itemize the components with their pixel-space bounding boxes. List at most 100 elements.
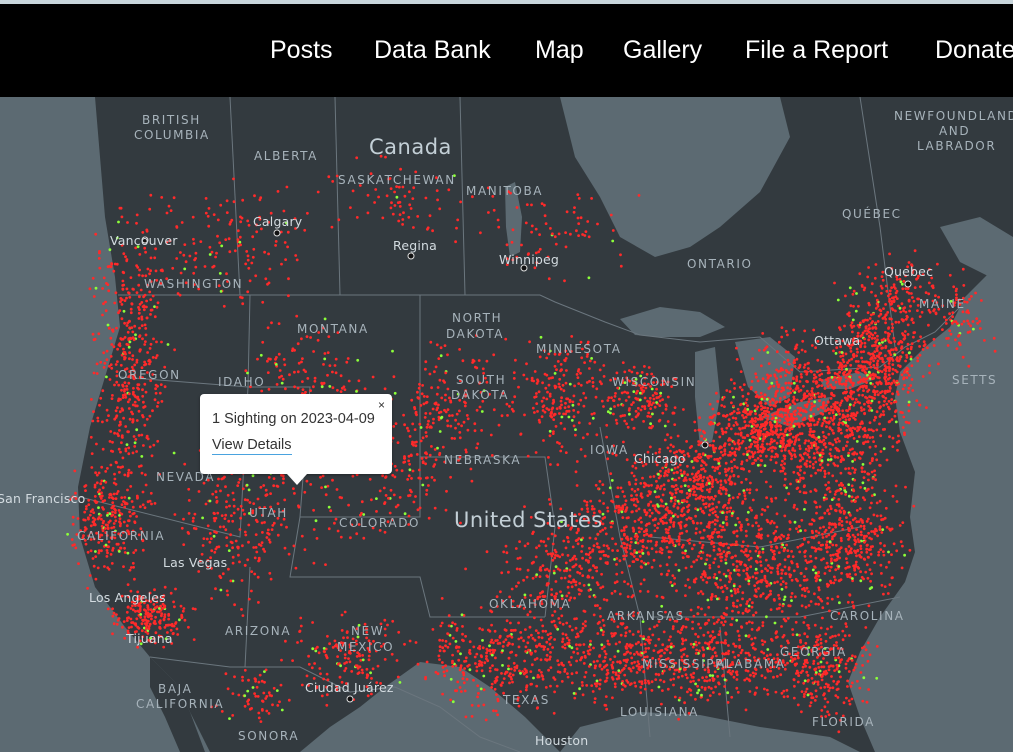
sighting-dot[interactable]	[144, 340, 147, 343]
sighting-dot[interactable]	[869, 552, 873, 556]
sighting-dot[interactable]	[686, 578, 690, 581]
sighting-dot[interactable]	[599, 615, 602, 618]
sighting-dot[interactable]	[706, 455, 709, 458]
sighting-dot[interactable]	[777, 340, 781, 344]
sighting-dot[interactable]	[706, 642, 710, 646]
sighting-dot[interactable]	[742, 410, 745, 413]
sighting-dot[interactable]	[737, 634, 741, 638]
sighting-dot[interactable]	[535, 684, 539, 688]
sighting-dot[interactable]	[701, 460, 705, 464]
sighting-dot[interactable]	[666, 645, 670, 649]
sighting-dot[interactable]	[584, 656, 587, 659]
sighting-dot[interactable]	[109, 355, 113, 358]
sighting-dot[interactable]	[875, 529, 878, 533]
sighting-dot[interactable]	[818, 377, 822, 381]
sighting-dot[interactable]	[732, 601, 735, 605]
sighting-dot[interactable]	[147, 359, 151, 363]
sighting-dot[interactable]	[807, 444, 810, 448]
sighting-dot[interactable]	[895, 500, 899, 503]
sighting-dot[interactable]	[698, 487, 701, 490]
sighting-dot[interactable]	[704, 505, 708, 509]
sighting-dot[interactable]	[816, 635, 820, 639]
sighting-dot[interactable]	[729, 427, 733, 431]
sighting-dot[interactable]	[711, 485, 714, 488]
sighting-dot[interactable]	[686, 452, 690, 456]
sighting-dot[interactable]	[649, 500, 653, 504]
sighting-dot[interactable]	[816, 468, 820, 472]
sighting-dot[interactable]	[788, 575, 792, 579]
sighting-dot[interactable]	[657, 522, 660, 525]
sighting-dot[interactable]	[809, 474, 813, 478]
sighting-dot[interactable]	[622, 557, 626, 561]
sighting-dot[interactable]	[868, 568, 872, 571]
recent-sighting-dot[interactable]	[847, 483, 851, 486]
sighting-dot[interactable]	[795, 398, 799, 402]
sighting-dot[interactable]	[861, 393, 864, 397]
sighting-dot[interactable]	[118, 429, 121, 432]
sighting-dot[interactable]	[741, 426, 745, 430]
sighting-dot[interactable]	[576, 632, 579, 636]
sighting-dot[interactable]	[779, 439, 783, 443]
sighting-dot[interactable]	[704, 463, 708, 467]
sighting-dot[interactable]	[810, 536, 814, 539]
sighting-dot[interactable]	[814, 576, 817, 580]
sighting-dot[interactable]	[710, 598, 713, 601]
sighting-dot[interactable]	[913, 331, 917, 334]
sighting-dot[interactable]	[904, 317, 908, 321]
sighting-dot[interactable]	[84, 507, 88, 511]
sighting-dot[interactable]	[783, 395, 786, 399]
sighting-dot[interactable]	[561, 640, 564, 644]
sighting-dot[interactable]	[736, 407, 740, 411]
sighting-dot[interactable]	[810, 434, 814, 438]
sighting-dot[interactable]	[674, 563, 678, 567]
sighting-dot[interactable]	[759, 429, 763, 433]
sighting-dot[interactable]	[725, 510, 729, 514]
sighting-dot[interactable]	[712, 561, 716, 564]
sighting-dot[interactable]	[655, 594, 659, 598]
sighting-dot[interactable]	[891, 445, 895, 448]
sighting-dot[interactable]	[852, 437, 856, 440]
sighting-dot[interactable]	[801, 665, 805, 669]
sighting-dot[interactable]	[771, 566, 774, 570]
sighting-dot[interactable]	[860, 378, 863, 382]
sighting-dot[interactable]	[737, 432, 740, 436]
sighting-dot[interactable]	[132, 386, 135, 390]
sighting-dot[interactable]	[845, 550, 848, 553]
sighting-dot[interactable]	[672, 672, 676, 676]
sighting-dot[interactable]	[727, 649, 731, 653]
sighting-dot[interactable]	[131, 287, 135, 291]
sighting-dot[interactable]	[679, 686, 683, 690]
sighting-dot[interactable]	[617, 508, 621, 512]
sighting-dot[interactable]	[136, 386, 139, 390]
sighting-dot[interactable]	[624, 508, 628, 512]
sighting-dot[interactable]	[741, 611, 745, 615]
sighting-dot[interactable]	[751, 455, 755, 459]
sighting-dot[interactable]	[676, 515, 680, 519]
sighting-dot[interactable]	[708, 444, 712, 447]
sighting-dot[interactable]	[921, 348, 925, 351]
sighting-dot[interactable]	[833, 522, 837, 526]
recent-sighting-dot[interactable]	[721, 521, 725, 525]
sighting-dot[interactable]	[780, 625, 783, 628]
sighting-dot[interactable]	[767, 564, 770, 567]
sighting-dot[interactable]	[760, 639, 764, 642]
sighting-dot[interactable]	[604, 695, 608, 698]
sighting-dot[interactable]	[712, 541, 715, 545]
sighting-dot[interactable]	[890, 322, 894, 326]
sighting-dot[interactable]	[701, 676, 704, 680]
sighting-dot[interactable]	[879, 548, 883, 551]
sighting-dot[interactable]	[646, 590, 650, 593]
sighting-dot[interactable]	[109, 430, 113, 433]
sighting-dot[interactable]	[868, 374, 872, 378]
sighting-dot[interactable]	[745, 602, 749, 606]
sighting-dot[interactable]	[470, 715, 474, 718]
sighting-dot[interactable]	[690, 565, 693, 568]
sighting-dot[interactable]	[782, 617, 786, 621]
recent-sighting-dot[interactable]	[657, 472, 660, 476]
sighting-dot[interactable]	[770, 545, 773, 548]
sighting-dot[interactable]	[759, 560, 762, 564]
sighting-dot[interactable]	[682, 499, 686, 503]
sighting-dot[interactable]	[798, 550, 802, 554]
recent-sighting-dot[interactable]	[657, 505, 660, 508]
sighting-dot[interactable]	[882, 403, 886, 407]
